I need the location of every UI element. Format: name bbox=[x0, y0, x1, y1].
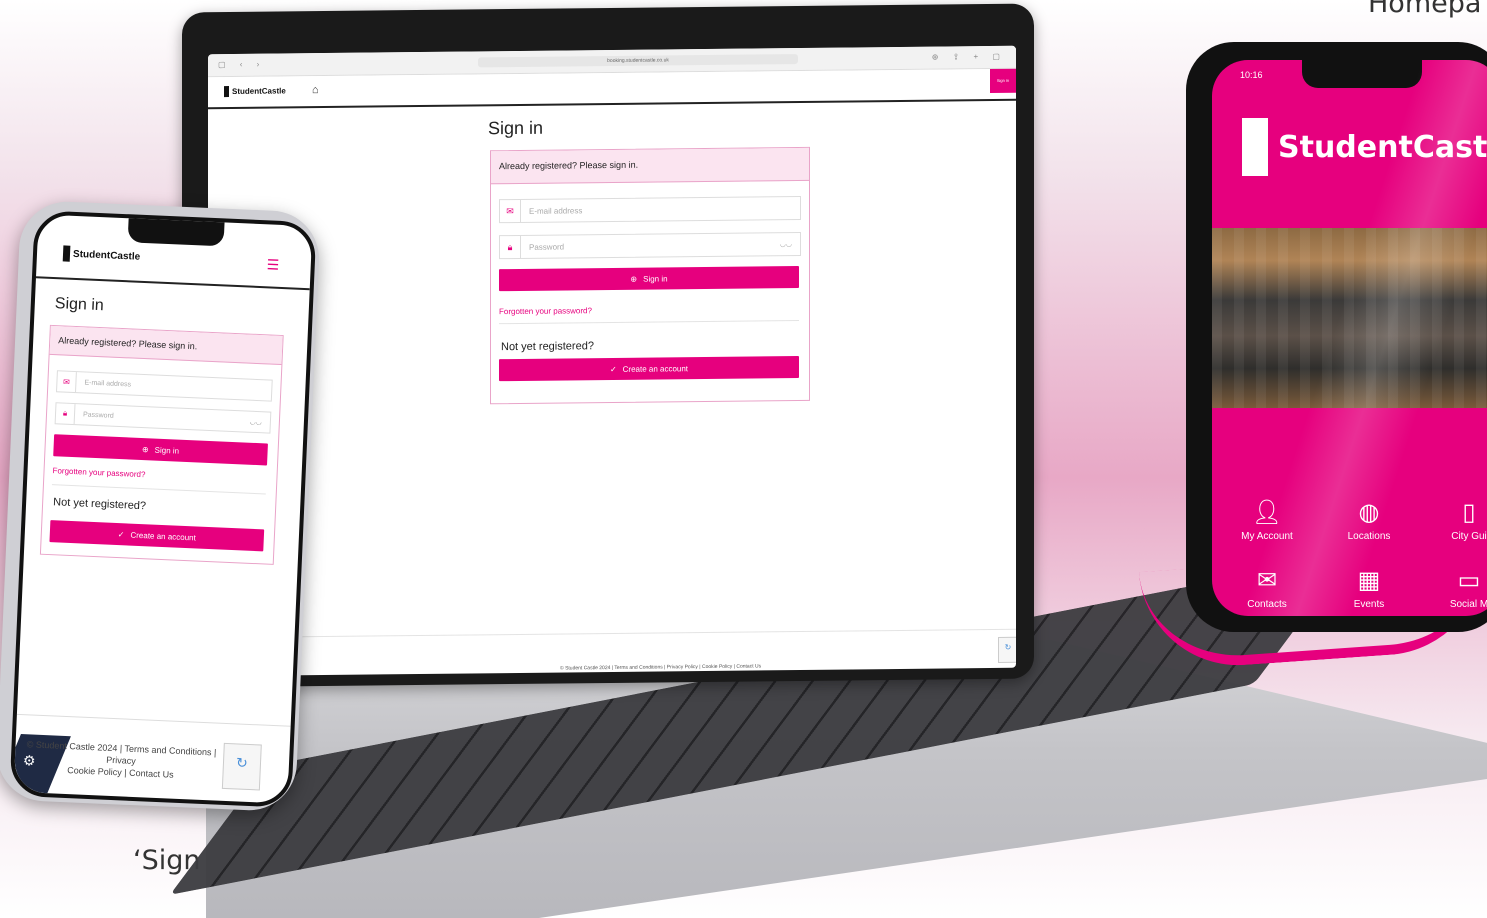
signin-circle-icon: ⊕ bbox=[141, 444, 149, 454]
mobile-not-registered: Not yet registered? bbox=[52, 496, 147, 513]
laptop-screen: ▢ ‹ › booking.studentcastle.co.uk ⊕ ⇪ + … bbox=[208, 45, 1016, 677]
mobile-create-account-label: Create an account bbox=[130, 530, 197, 542]
mobile-create-account-button[interactable]: ✓ Create an account bbox=[49, 520, 265, 552]
tile-label: My Account bbox=[1241, 531, 1293, 542]
phone-left-screen: StudentCastle ☰ Sign in Already register… bbox=[9, 210, 317, 808]
phone-right-screen: 10:16 StudentCastle 👤︎ My Account ◍ Loca… bbox=[1212, 60, 1487, 616]
mobile-card-header: Already registered? Please sign in. bbox=[49, 325, 283, 366]
home-icon[interactable]: ⌂ bbox=[312, 84, 319, 96]
castle-icon bbox=[62, 245, 71, 262]
mobile-divider bbox=[51, 484, 266, 495]
chat-icon: ▭ bbox=[1457, 567, 1481, 594]
footer-divider bbox=[208, 628, 1016, 639]
person-icon: 👤︎ bbox=[1251, 499, 1283, 526]
check-icon: ✓ bbox=[609, 364, 617, 374]
not-registered-heading: Not yet registered? bbox=[501, 340, 594, 354]
envelope-icon: ✉ bbox=[57, 371, 77, 393]
phone-notch bbox=[1302, 60, 1422, 88]
mobile-forgot-password-link[interactable]: Forgotten your password? bbox=[52, 466, 145, 479]
caption-homepage: Homepa bbox=[1368, 0, 1482, 19]
mobile-footer-divider bbox=[16, 713, 291, 727]
book-icon: ▯ bbox=[1462, 499, 1476, 526]
tile-label: Contacts bbox=[1247, 599, 1287, 610]
tile-label: Events bbox=[1353, 599, 1385, 610]
hamburger-menu-icon[interactable]: ☰ bbox=[266, 256, 279, 274]
mobile-signin-button[interactable]: ⊕ Sign in bbox=[53, 434, 268, 466]
tile-label: City Gui bbox=[1451, 531, 1487, 542]
envelope-icon: ✉ bbox=[500, 199, 521, 223]
brand-name: StudentCastle bbox=[232, 86, 286, 96]
check-icon: ✓ bbox=[117, 529, 125, 539]
tile-events[interactable]: ▦ Events bbox=[1324, 566, 1414, 610]
tile-my-account[interactable]: 👤︎ My Account bbox=[1222, 498, 1312, 542]
browser-nav-icons[interactable]: ▢ ‹ › bbox=[218, 60, 265, 69]
browser-tools-icons[interactable]: ⊕ ⇪ + ▢ bbox=[932, 52, 1006, 62]
status-time: 10:16 bbox=[1240, 70, 1263, 80]
forgot-password-link[interactable]: Forgotten your password? bbox=[499, 306, 592, 316]
lock-icon: 🔒︎ bbox=[500, 235, 521, 259]
divider bbox=[499, 320, 799, 325]
mobile-password-placeholder: Password bbox=[82, 410, 114, 420]
email-placeholder: E-mail address bbox=[529, 205, 583, 216]
mobile-password-field[interactable]: 🔒︎ Password ◡◡ bbox=[54, 402, 272, 434]
tile-locations[interactable]: ◍ Locations bbox=[1324, 498, 1414, 542]
eye-toggle-icon[interactable]: ◡◡ bbox=[780, 240, 792, 248]
password-field[interactable]: 🔒︎ Password ◡◡ bbox=[499, 232, 801, 260]
signin-card: Already registered? Please sign in. ✉ E-… bbox=[490, 146, 810, 405]
card-header: Already registered? Please sign in. bbox=[491, 147, 809, 185]
create-account-label: Create an account bbox=[622, 363, 689, 374]
address-bar[interactable]: booking.studentcastle.co.uk bbox=[478, 54, 798, 68]
globe-icon: ◍ bbox=[1358, 499, 1380, 526]
email-field[interactable]: ✉ E-mail address bbox=[499, 196, 801, 224]
castle-icon bbox=[224, 86, 229, 98]
tile-label: Social M bbox=[1449, 599, 1487, 610]
header-signin-button[interactable]: Sign in bbox=[990, 68, 1016, 94]
mobile-signin-label: Sign in bbox=[154, 445, 180, 456]
create-account-button[interactable]: ✓ Create an account bbox=[499, 356, 799, 382]
tile-label: Locations bbox=[1347, 531, 1391, 542]
castle-icon bbox=[1242, 118, 1268, 176]
signin-circle-icon: ⊕ bbox=[630, 274, 638, 284]
site-logo[interactable]: StudentCastle bbox=[224, 85, 286, 98]
tile-city-guide[interactable]: ▯ City Gui bbox=[1424, 498, 1487, 542]
page-title: Sign in bbox=[488, 117, 544, 139]
tile-social-media[interactable]: ▭ Social M bbox=[1424, 566, 1487, 610]
footer-links[interactable]: © Student Castle 2024 | Terms and Condit… bbox=[560, 663, 761, 671]
lock-icon: 🔒︎ bbox=[55, 403, 76, 425]
mobile-recaptcha-icon[interactable]: ↻ bbox=[221, 742, 262, 791]
envelope-icon: ✉ bbox=[1256, 567, 1278, 594]
calendar-icon: ▦ bbox=[1357, 567, 1381, 594]
signin-button-label: Sign in bbox=[643, 273, 668, 284]
signin-button[interactable]: ⊕ Sign in bbox=[499, 266, 799, 292]
mobile-email-placeholder: E-mail address bbox=[84, 378, 132, 388]
password-placeholder: Password bbox=[529, 242, 565, 252]
mobile-brand-name: StudentCastle bbox=[72, 248, 141, 263]
mobile-header: StudentCastle ☰ bbox=[35, 214, 313, 291]
mobile-email-field[interactable]: ✉ E-mail address bbox=[55, 370, 273, 402]
mobile-signin-card: Already registered? Please sign in. ✉ E-… bbox=[39, 324, 284, 565]
tile-contacts[interactable]: ✉ Contacts bbox=[1222, 566, 1312, 610]
eye-toggle-icon[interactable]: ◡◡ bbox=[249, 418, 262, 427]
recaptcha-icon[interactable]: ↻ bbox=[998, 636, 1016, 663]
mobile-page-title: Sign in bbox=[54, 295, 105, 315]
mobile-logo[interactable]: StudentCastle bbox=[62, 245, 141, 264]
